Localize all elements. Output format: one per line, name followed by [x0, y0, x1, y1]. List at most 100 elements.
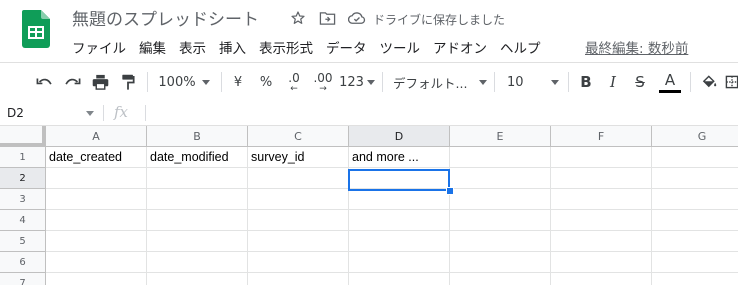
cell-f5[interactable]: [551, 231, 652, 252]
cell-c6[interactable]: [248, 252, 349, 273]
undo-icon[interactable]: [33, 63, 55, 101]
menu-help[interactable]: ヘルプ: [500, 37, 548, 57]
cell-f6[interactable]: [551, 252, 652, 273]
cell-e3[interactable]: [450, 189, 551, 210]
document-title[interactable]: 無題のスプレッドシート: [72, 5, 259, 30]
font-family-select[interactable]: デフォルト...: [393, 63, 487, 101]
cell-b3[interactable]: [147, 189, 248, 210]
cell-c4[interactable]: [248, 210, 349, 231]
star-icon[interactable]: [289, 9, 307, 27]
cell-e6[interactable]: [450, 252, 551, 273]
column-header-a[interactable]: A: [46, 126, 147, 147]
more-formats-select[interactable]: 123: [339, 63, 375, 101]
fill-color-icon[interactable]: [698, 63, 720, 101]
row-header-4[interactable]: 4: [0, 210, 46, 231]
row-header-3[interactable]: 3: [0, 189, 46, 210]
sheets-logo-icon[interactable]: [22, 10, 50, 48]
cell-f2[interactable]: [551, 168, 652, 189]
strikethrough-button[interactable]: S: [630, 63, 650, 101]
cell-b2[interactable]: [147, 168, 248, 189]
cell-f7[interactable]: [551, 273, 652, 285]
cell-f1[interactable]: [551, 147, 652, 168]
cell-b4[interactable]: [147, 210, 248, 231]
fill-handle[interactable]: [446, 187, 454, 195]
menu-tools[interactable]: ツール: [380, 37, 428, 57]
cell-g1[interactable]: [652, 147, 738, 168]
increase-decimal-button[interactable]: .00 →: [310, 63, 336, 101]
last-edit-link[interactable]: 最終編集: 数秒前: [585, 37, 688, 57]
row-header-2[interactable]: 2: [0, 168, 46, 189]
cell-c3[interactable]: [248, 189, 349, 210]
cell-f4[interactable]: [551, 210, 652, 231]
cell-c2[interactable]: [248, 168, 349, 189]
print-icon[interactable]: [89, 63, 111, 101]
column-header-f[interactable]: F: [551, 126, 652, 147]
cell-e2[interactable]: [450, 168, 551, 189]
row-header-1[interactable]: 1: [0, 147, 46, 168]
cell-c7[interactable]: [248, 273, 349, 285]
cell-a2[interactable]: [46, 168, 147, 189]
font-size-select[interactable]: 10: [507, 63, 559, 101]
bold-button[interactable]: B: [576, 63, 596, 101]
row-header-6[interactable]: 6: [0, 252, 46, 273]
paint-format-icon[interactable]: [117, 63, 139, 101]
cell-b5[interactable]: [147, 231, 248, 252]
spreadsheet-grid[interactable]: A B C D E F G 1 date_created date_modified survey_…: [0, 126, 738, 285]
cell-a1[interactable]: date_created: [46, 147, 147, 168]
cell-c1[interactable]: survey_id: [248, 147, 349, 168]
menu-edit[interactable]: 編集: [139, 37, 173, 57]
menu-insert[interactable]: 挿入: [219, 37, 253, 57]
select-all-corner[interactable]: [0, 126, 46, 147]
text-color-button[interactable]: A: [657, 63, 683, 101]
cell-b7[interactable]: [147, 273, 248, 285]
cell-f3[interactable]: [551, 189, 652, 210]
column-header-d[interactable]: D: [349, 126, 450, 147]
borders-icon[interactable]: [725, 63, 738, 101]
column-header-e[interactable]: E: [450, 126, 551, 147]
percent-format-button[interactable]: %: [256, 63, 276, 101]
cell-d5[interactable]: [349, 231, 450, 252]
formula-input[interactable]: [150, 101, 730, 125]
cell-g6[interactable]: [652, 252, 738, 273]
cell-g5[interactable]: [652, 231, 738, 252]
cell-d1[interactable]: and more ...: [349, 147, 450, 168]
column-header-g[interactable]: G: [652, 126, 738, 147]
cell-g3[interactable]: [652, 189, 738, 210]
cell-a5[interactable]: [46, 231, 147, 252]
cell-a6[interactable]: [46, 252, 147, 273]
cell-d6[interactable]: [349, 252, 450, 273]
menu-data[interactable]: データ: [326, 37, 374, 57]
cell-c5[interactable]: [248, 231, 349, 252]
menu-view[interactable]: 表示: [179, 37, 213, 57]
name-box[interactable]: D2: [0, 101, 100, 125]
cell-a4[interactable]: [46, 210, 147, 231]
cell-g4[interactable]: [652, 210, 738, 231]
menu-format[interactable]: 表示形式: [259, 37, 320, 57]
menu-addons[interactable]: アドオン: [433, 37, 494, 57]
cell-a3[interactable]: [46, 189, 147, 210]
cell-a7[interactable]: [46, 273, 147, 285]
cell-b6[interactable]: [147, 252, 248, 273]
row-header-7[interactable]: 7: [0, 273, 46, 285]
cell-d7[interactable]: [349, 273, 450, 285]
cell-e7[interactable]: [450, 273, 551, 285]
cell-b1[interactable]: date_modified: [147, 147, 248, 168]
row-header-5[interactable]: 5: [0, 231, 46, 252]
cell-g2[interactable]: [652, 168, 738, 189]
cell-e1[interactable]: [450, 147, 551, 168]
zoom-select[interactable]: 100%: [155, 63, 213, 101]
menu-file[interactable]: ファイル: [72, 37, 133, 57]
cell-e4[interactable]: [450, 210, 551, 231]
cell-d3[interactable]: [349, 189, 450, 210]
cell-e5[interactable]: [450, 231, 551, 252]
cloud-saved-icon[interactable]: [348, 9, 366, 27]
redo-icon[interactable]: [61, 63, 83, 101]
currency-format-button[interactable]: ¥: [229, 63, 247, 101]
italic-button[interactable]: I: [603, 63, 623, 101]
move-folder-icon[interactable]: [318, 9, 336, 27]
cell-d4[interactable]: [349, 210, 450, 231]
column-header-c[interactable]: C: [248, 126, 349, 147]
decrease-decimal-button[interactable]: .0 ←: [283, 63, 305, 101]
cell-g7[interactable]: [652, 273, 738, 285]
column-header-b[interactable]: B: [147, 126, 248, 147]
